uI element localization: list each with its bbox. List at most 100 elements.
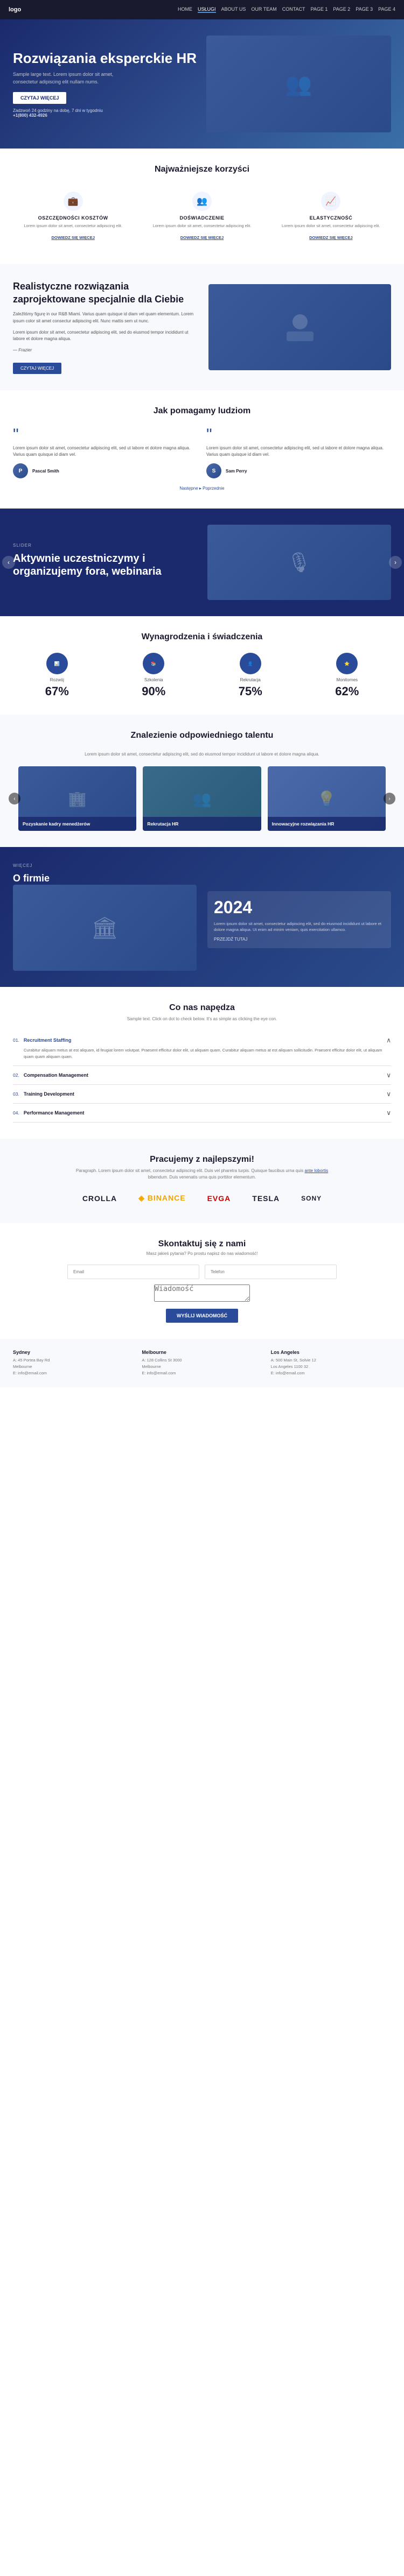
stat-label-1: Szkolenia [110, 677, 198, 682]
about-year-card: 2024 Lorem ipsum dolor sit amet, consect… [207, 891, 391, 949]
benefit-icon-0: 💼 [64, 192, 83, 211]
stats-grid: 📊 Rozwój 67% 📚 Szkolenia 90% 👤 Rekrutacj… [13, 653, 391, 698]
hero-subtitle: Sample large text. Lorem ipsum dolor sit… [13, 71, 131, 86]
talent-card-title-2: Innowacyjne rozwiązania HR [272, 821, 381, 827]
talent-card-title-1: Rekrutacja HR [147, 821, 256, 827]
nav-page2[interactable]: PAGE 2 [333, 6, 350, 13]
faq-item-1[interactable]: 02. Compensation Management ∨ [13, 1066, 391, 1085]
quote-mark-0: " [13, 427, 198, 443]
nav-about[interactable]: ABOUT US [221, 6, 246, 13]
hero-section: Rozwiązania eksperckie HR Sample large t… [0, 19, 404, 149]
author-name-0: Pascal Smith [32, 469, 59, 474]
testimonial-text-0: Lorem ipsum dolor sit amet, consectetur … [13, 445, 198, 458]
footer-grid: Sydney A: 45 Portea Bay RdMelbourne E: i… [13, 1350, 391, 1377]
benefit-link-1[interactable]: DOWIEDZ SIĘ WIĘCEJ [180, 235, 224, 240]
hero-contact: Zadzwoń 24 godziny na dobę, 7 dni w tygo… [13, 108, 198, 118]
stat-icon-1: 📚 [143, 653, 164, 674]
footer-addr-0: A: 45 Portea Bay RdMelbourne [13, 1357, 133, 1370]
hero-title: Rozwiązania eksperckie HR [13, 50, 198, 67]
stat-icon-2: 👤 [240, 653, 261, 674]
testimonials-title: Jak pomagamy ludziom [13, 406, 391, 416]
partner-logo-evga: EVGA [201, 1190, 238, 1207]
faq-item-3[interactable]: 04. Performance Management ∨ [13, 1104, 391, 1123]
about-image-icon: 🏛 [91, 915, 119, 941]
author-name-1: Sam Perry [226, 469, 247, 474]
faq-item-title-2: Training Development [24, 1091, 386, 1097]
talent-card-1: 👥 Rekrutacja HR [143, 766, 261, 831]
testimonials-grid: " Lorem ipsum dolor sit amet, consectetu… [13, 427, 391, 478]
realistic-section: Realistyczne rozwiązania zaprojektowane … [0, 264, 404, 390]
talent-card-overlay-0: Pozyskanie kadry menedżerów [18, 817, 136, 831]
talent-next-button[interactable]: › [384, 793, 395, 804]
contact-phone-input[interactable] [205, 1265, 337, 1279]
author-avatar-1: S [206, 463, 221, 478]
nav-uslugi[interactable]: USŁUGI [198, 6, 216, 13]
benefit-link-0[interactable]: DOWIEDZ SIĘ WIĘCEJ [51, 235, 94, 240]
benefit-title-2: ELASTYCZNOŚĆ [277, 215, 385, 221]
talent-title: Znalezienie odpowiedniego talentu [13, 731, 391, 740]
about-label: WIĘCEJ [13, 863, 197, 868]
faq-num-3: 04. [13, 1110, 19, 1116]
nav-links: HOME USŁUGI ABOUT US OUR TEAM CONTACT PA… [178, 6, 395, 13]
talent-card-overlay-1: Rekrutacja HR [143, 817, 261, 831]
realistic-image [208, 284, 391, 370]
hero-contact-label: Zadzwoń 24 godziny na dobę, 7 dni w tygo… [13, 108, 103, 113]
benefits-grid: 💼 OSZCZĘDNOŚCI KOSZTÓW Lorem ipsum dolor… [13, 185, 391, 248]
about-link[interactable]: PRZEJDŹ TUTAJ [214, 937, 385, 942]
realistic-author: — Frazier [13, 347, 196, 354]
stat-value-0: 67% [13, 684, 101, 698]
partners-highlight[interactable]: ante lobortis [305, 1168, 329, 1173]
benefit-card-2: 📈 ELASTYCZNOŚĆ Lorem ipsum dolor sit ame… [271, 185, 391, 248]
realistic-title: Realistyczne rozwiązania zaprojektowane … [13, 280, 196, 306]
testimonials-section: Jak pomagamy ludziom " Lorem ipsum dolor… [0, 390, 404, 509]
benefits-section: Najważniejsze korzyści 💼 OSZCZĘDNOŚCI KO… [0, 149, 404, 264]
footer-city-0: Sydney [13, 1350, 133, 1355]
realistic-readmore-button[interactable]: CZYTAJ WIĘCEJ [13, 363, 61, 374]
about-year: 2024 [214, 898, 385, 918]
about-left: WIĘCEJ O firmie 🏛 [13, 863, 197, 971]
faq-header-2: 03. Training Development ∨ [13, 1090, 391, 1098]
realistic-content: Realistyczne rozwiązania zaprojektowane … [13, 280, 196, 374]
stat-icon-0: 📊 [46, 653, 68, 674]
footer-addr-1: A: 128 Collins St 3000Melbourne [142, 1357, 262, 1370]
nav-page3[interactable]: PAGE 3 [356, 6, 373, 13]
nav-contact[interactable]: CONTACT [282, 6, 305, 13]
testimonial-text-1: Lorem ipsum dolor sit amet, consectetur … [206, 445, 391, 458]
stat-label-3: Monitornes [303, 677, 392, 682]
about-right: 2024 Lorem ipsum dolor sit amet, consect… [207, 886, 391, 949]
benefit-link-2[interactable]: DOWIEDZ SIĘ WIĘCEJ [309, 235, 352, 240]
webinar-prev-button[interactable]: ‹ [2, 556, 15, 569]
benefit-icon-2: 📈 [321, 192, 340, 211]
benefit-title-0: OSZCZĘDNOŚCI KOSZTÓW [19, 215, 127, 221]
partner-logo-crolla: CROLLA [76, 1190, 123, 1207]
partners-description: Paragraph. Lorem ipsum dolor sit amet, c… [67, 1168, 337, 1181]
partner-logo-binance: ◈ BINANCE [132, 1189, 192, 1207]
contact-submit-button[interactable]: WYŚLIJ WIADOMOŚĆ [166, 1309, 238, 1323]
nav-page1[interactable]: PAGE 1 [311, 6, 328, 13]
faq-item-0[interactable]: 01. Recruitment Staffing ∧ Curabitur ali… [13, 1031, 391, 1066]
footer: Sydney A: 45 Portea Bay RdMelbourne E: i… [0, 1339, 404, 1387]
benefit-card-0: 💼 OSZCZĘDNOŚCI KOSZTÓW Lorem ipsum dolor… [13, 185, 133, 248]
faq-section: Co nas napędza Sample text. Click on dot… [0, 987, 404, 1139]
faq-header-0: 01. Recruitment Staffing ∧ [13, 1036, 391, 1044]
contact-email-input[interactable] [67, 1265, 199, 1279]
talent-card-overlay-2: Innowacyjne rozwiązania HR [268, 817, 386, 831]
about-year-text: Lorem ipsum dolor sit amet, consectetur … [214, 921, 385, 933]
stat-label-0: Rozwój [13, 677, 101, 682]
about-bg: WIĘCEJ O firmie 🏛 2024 Lorem ipsum dolor… [0, 847, 404, 987]
faq-item-2[interactable]: 03. Training Development ∨ [13, 1085, 391, 1104]
testimonials-view-more[interactable]: Następne ▸ Poprzednie [179, 486, 224, 491]
testimonial-author-0: P Pascal Smith [13, 463, 198, 478]
nav-page4[interactable]: PAGE 4 [378, 6, 395, 13]
benefit-icon-1: 👥 [192, 192, 212, 211]
hero-cta-button[interactable]: CZYTAJ WIĘCEJ [13, 92, 66, 104]
partners-logos: CROLLA ◈ BINANCE EVGA TESLA SONY [13, 1189, 391, 1207]
contact-message-input[interactable] [154, 1285, 250, 1302]
faq-content-0: Curabitur aliquam metus at est aliquam, … [13, 1047, 391, 1060]
nav-team[interactable]: OUR TEAM [251, 6, 276, 13]
nav-home[interactable]: HOME [178, 6, 192, 13]
webinar-next-button[interactable]: › [389, 556, 402, 569]
hero-image: 👥 [206, 36, 391, 132]
talent-prev-button[interactable]: ‹ [9, 793, 20, 804]
benefit-text-0: Lorem ipsum dolor sit amet, consectetur … [19, 223, 127, 229]
